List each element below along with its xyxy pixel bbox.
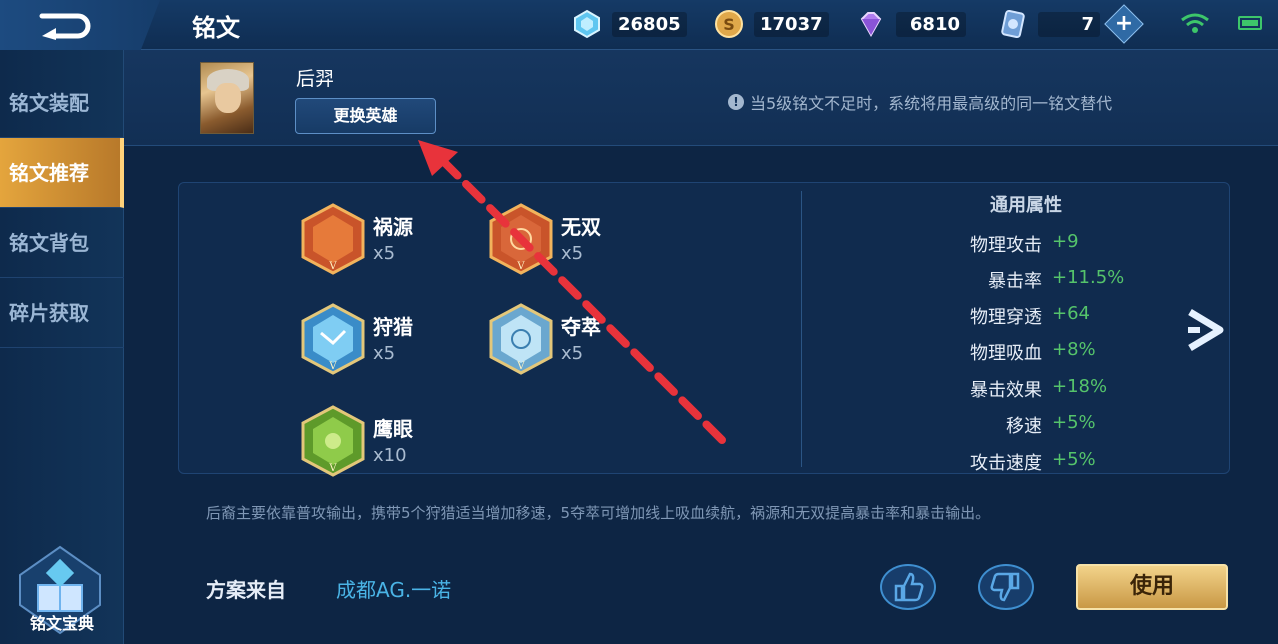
attribute-value: +9 [1052, 231, 1079, 252]
top-bar: 铭文 26805 S 17037 6810 7 + [0, 0, 1278, 50]
codex-label: 铭文宝典 [29, 614, 94, 633]
attribute-row: 移速 +5% [802, 412, 1202, 442]
notice-text: 当5级铭文不足时，系统将用最高级的同一铭文替代 [750, 94, 1113, 113]
diamond-count: 26805 [612, 11, 687, 37]
rune-item[interactable]: V 无双 x5 [487, 203, 697, 275]
attribute-value: +5% [1052, 449, 1096, 470]
next-page-arrow-icon[interactable] [1184, 306, 1228, 354]
gold-coin-icon: S [715, 10, 743, 38]
rune-count: x5 [373, 343, 396, 364]
ticket-card-icon [1001, 9, 1025, 39]
attribute-name: 物理吸血 [970, 343, 1042, 364]
thumbs-up-icon [894, 572, 924, 602]
gold-resource: S 17037 [714, 6, 829, 42]
attribute-value: +11.5% [1052, 267, 1125, 288]
dislike-button[interactable] [978, 564, 1034, 610]
sidebar-item-label: 铭文装配 [9, 91, 89, 115]
hero-header: 后羿 更换英雄 ! 当5级铭文不足时，系统将用最高级的同一铭文替代 [124, 50, 1278, 146]
sidebar-item-rune-equip[interactable]: 铭文装配 [0, 68, 124, 138]
main-content: 后羿 更换英雄 ! 当5级铭文不足时，系统将用最高级的同一铭文替代 V 祸源 x… [124, 50, 1278, 644]
attributes-title: 通用属性 [990, 195, 1062, 216]
svg-text:V: V [328, 361, 337, 372]
rune-name: 夺萃 [561, 315, 601, 339]
battery-icon [1238, 16, 1262, 30]
rune-name: 无双 [561, 215, 601, 239]
rune-count: x10 [373, 445, 407, 466]
attribute-value: +18% [1052, 376, 1108, 397]
gem-resource: 6810 [856, 6, 966, 42]
page-title: 铭文 [192, 14, 240, 42]
rune-item[interactable]: V 夺萃 x5 [487, 303, 697, 375]
attribute-value: +8% [1052, 339, 1096, 360]
gem-count: 6810 [896, 11, 966, 37]
rune-count: x5 [561, 343, 584, 364]
sidebar-item-label: 碎片获取 [9, 301, 89, 325]
sidebar-item-rune-recommend[interactable]: 铭文推荐 [0, 138, 124, 208]
svg-text:V: V [328, 463, 337, 474]
sidebar: 铭文装配 铭文推荐 铭文背包 碎片获取 铭文宝典 [0, 50, 124, 644]
attribute-row: 物理攻击 +9 [802, 231, 1202, 261]
attribute-row: 物理穿透 +64 [802, 303, 1202, 333]
gold-count: 17037 [754, 11, 829, 37]
rune-item[interactable]: V 鹰眼 x10 [299, 405, 509, 477]
purple-gem-icon [860, 12, 882, 38]
rune-count: x5 [561, 243, 584, 264]
ticket-count: 7 [1038, 11, 1100, 37]
attribute-name: 物理穿透 [970, 307, 1042, 328]
svg-text:V: V [516, 361, 525, 372]
diamond-crystal-icon [574, 9, 600, 39]
blue-rune-icon: V [489, 303, 553, 375]
attribute-row: 暴击效果 +18% [802, 376, 1202, 406]
hero-name: 后羿 [296, 68, 335, 90]
green-rune-icon: V [301, 405, 365, 477]
red-rune-icon: V [489, 203, 553, 275]
attribute-name: 物理攻击 [970, 235, 1042, 256]
attribute-name: 移速 [1006, 416, 1042, 437]
rune-panel: V 祸源 x5 V 无双 x5 V 狩猎 x5 V 夺萃 x5 V 鹰眼 x10… [178, 182, 1231, 477]
use-button[interactable]: 使用 [1076, 564, 1228, 610]
svg-text:V: V [328, 261, 337, 272]
like-button[interactable] [880, 564, 936, 610]
sidebar-item-rune-bag[interactable]: 铭文背包 [0, 208, 124, 278]
rune-notice: ! 当5级铭文不足时，系统将用最高级的同一铭文替代 [728, 90, 1112, 114]
hero-avatar[interactable] [200, 62, 254, 134]
blue-rune-icon: V [301, 303, 365, 375]
attributes-panel: 通用属性 物理攻击 +9 暴击率 +11.5% 物理穿透 +64 物理吸血 +8… [801, 191, 1231, 474]
recommendation-description: 后裔主要依靠普攻输出，携带5个狩猎适当增加移速，5夺萃可增加线上吸血续航，祸源和… [206, 504, 991, 522]
rune-name: 狩猎 [373, 315, 413, 339]
ticket-resource: 7 + [998, 4, 1144, 44]
attribute-value: +64 [1052, 303, 1090, 324]
rune-item[interactable]: V 祸源 x5 [299, 203, 509, 275]
sidebar-item-fragments[interactable]: 碎片获取 [0, 278, 124, 348]
source-author-link[interactable]: 成都AG.一诺 [336, 574, 451, 603]
svg-text:V: V [516, 261, 525, 272]
attribute-row: 物理吸血 +8% [802, 339, 1202, 369]
attribute-name: 攻击速度 [970, 453, 1042, 474]
change-hero-button[interactable]: 更换英雄 [295, 98, 436, 134]
attribute-name: 暴击率 [988, 271, 1042, 292]
source-label: 方案来自 [206, 578, 286, 602]
plus-icon: + [1114, 11, 1134, 36]
add-ticket-button[interactable]: + [1104, 4, 1144, 44]
sidebar-item-label: 铭文背包 [9, 231, 89, 255]
rune-name: 鹰眼 [373, 417, 413, 441]
info-icon: ! [728, 94, 744, 110]
thumbs-down-icon [990, 572, 1020, 602]
wifi-icon [1181, 13, 1209, 33]
attribute-row: 暴击率 +11.5% [802, 267, 1202, 297]
red-rune-icon: V [301, 203, 365, 275]
diamond-resource: 26805 [572, 6, 687, 42]
sidebar-item-label: 铭文推荐 [9, 161, 89, 185]
attribute-row: 攻击速度 +5% [802, 449, 1202, 479]
rune-name: 祸源 [373, 215, 413, 239]
back-arrow-icon [39, 13, 91, 40]
rune-count: x5 [373, 243, 396, 264]
attribute-name: 暴击效果 [970, 380, 1042, 401]
attribute-value: +5% [1052, 412, 1096, 433]
back-button[interactable] [0, 0, 160, 50]
svg-text:S: S [723, 15, 735, 34]
rune-item[interactable]: V 狩猎 x5 [299, 303, 509, 375]
